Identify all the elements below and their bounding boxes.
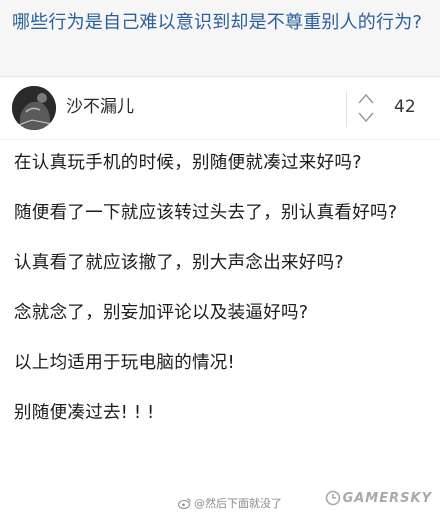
author-name[interactable]: 沙不漏儿 (66, 92, 134, 117)
answer-paragraph: 以上均适用于玩电脑的情况! (14, 353, 235, 373)
vote-button[interactable] (357, 91, 375, 125)
weibo-icon (178, 498, 191, 509)
answer-body: 在认真玩手机的时候，别随便就凑过来好吗? 随便看了一下就应该转过头去了，别认真看… (14, 148, 432, 448)
gamersky-logo-icon (325, 490, 341, 506)
avatar[interactable] (12, 86, 56, 130)
vote-divider (346, 91, 347, 127)
answer-paragraph: 念就念了，别妄加评论以及装逼好吗? (14, 303, 309, 323)
answer-paragraph: 别随便凑过去! ! ! (14, 403, 155, 423)
weibo-credit: @然后下面就没了 (178, 495, 282, 511)
question-header: 哪些行为是自己难以意识到却是不尊重别人的行为? (0, 0, 440, 77)
answer-paragraph: 认真看了就应该撤了，别大声念出来好吗? (14, 253, 344, 273)
answer-header: 沙不漏儿 42 (0, 77, 440, 140)
watermark-text: GAMERSKY (342, 490, 432, 506)
weibo-handle: @然后下面就没了 (194, 497, 282, 510)
vote-count: 42 (394, 97, 416, 117)
avatar-image-icon (12, 86, 56, 130)
vote-arrows-icon (358, 93, 374, 123)
question-title[interactable]: 哪些行为是自己难以意识到却是不尊重别人的行为? (12, 10, 432, 36)
answer-paragraph: 随便看了一下就应该转过头去了，别认真看好吗? (14, 203, 398, 223)
watermark: GAMERSKY (325, 490, 432, 506)
answer-paragraph: 在认真玩手机的时候，别随便就凑过来好吗? (14, 153, 362, 173)
